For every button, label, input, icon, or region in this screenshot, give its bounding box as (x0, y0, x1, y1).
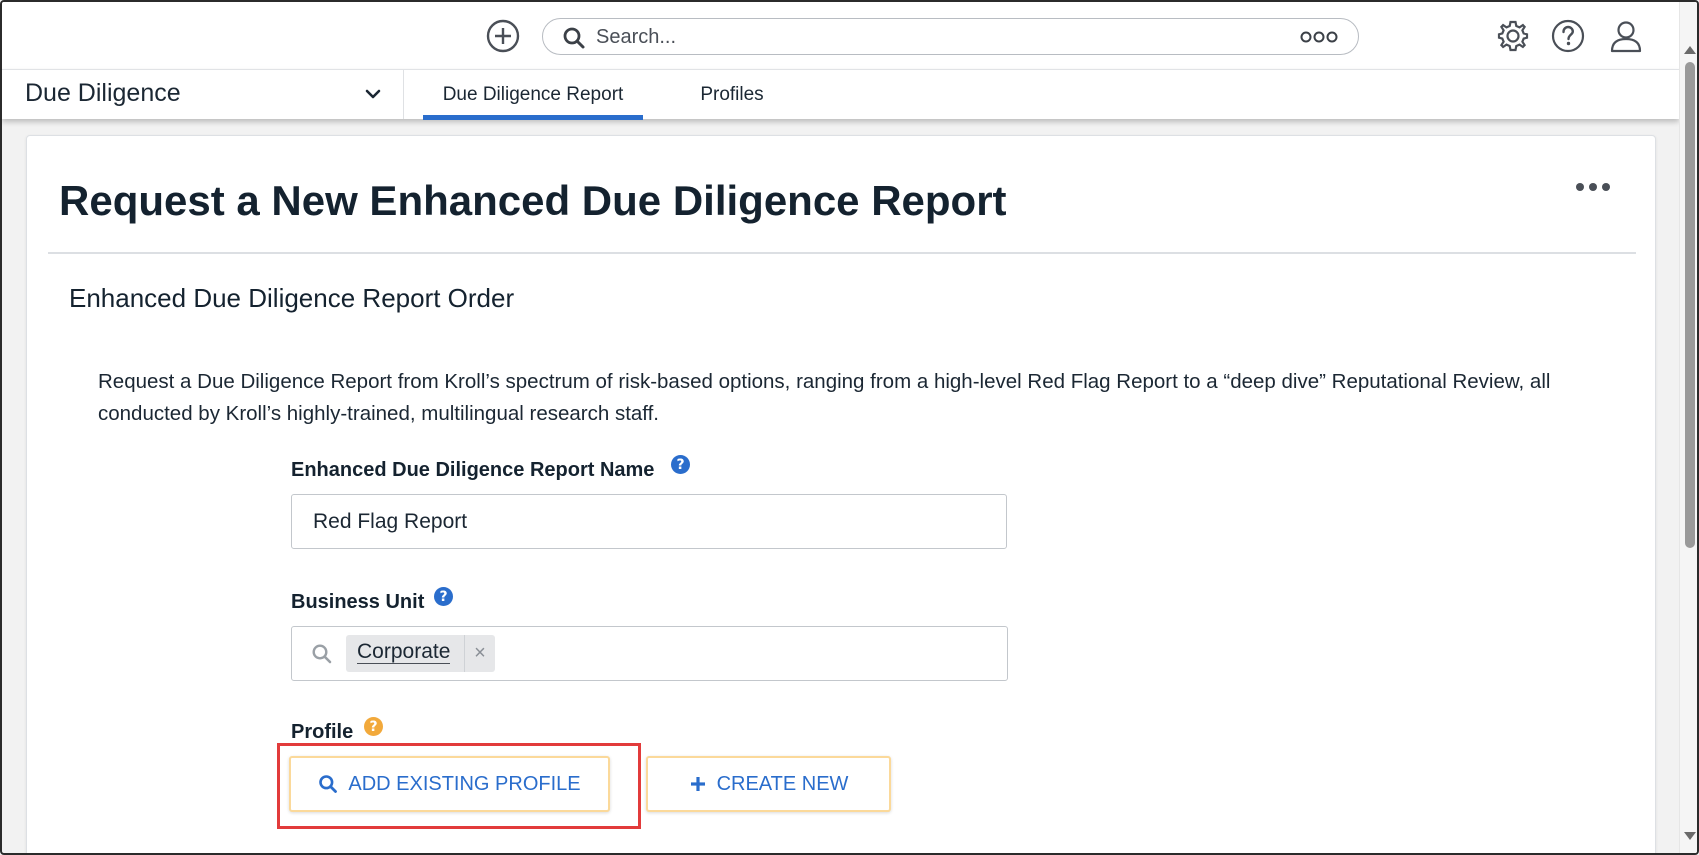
business-unit-chip: Corporate × (346, 635, 495, 672)
business-unit-select[interactable]: Corporate × (291, 626, 1008, 681)
tab-label: Profiles (700, 83, 764, 105)
add-existing-profile-label: ADD EXISTING PROFILE (348, 772, 581, 795)
browser-frame: Due Diligence Due Diligence Report Profi… (0, 0, 1699, 855)
business-unit-label: Business Unit (291, 591, 425, 613)
profile-label: Profile (291, 721, 354, 743)
divider (48, 252, 1636, 254)
search-icon (318, 774, 338, 794)
global-search[interactable] (542, 18, 1359, 55)
report-name-label: Enhanced Due Diligence Report Name (291, 459, 655, 481)
business-unit-help-icon[interactable]: ? (434, 587, 453, 606)
search-input[interactable] (596, 25, 1276, 49)
app-selector[interactable]: Due Diligence (2, 70, 404, 119)
search-icon (562, 26, 586, 55)
plus-circle-icon[interactable] (486, 19, 520, 53)
chip-remove-icon[interactable]: × (464, 635, 495, 672)
plus-icon (689, 775, 707, 793)
tab-profiles[interactable]: Profiles (682, 70, 782, 119)
scroll-up-arrow-icon[interactable] (1684, 46, 1696, 54)
app-name: Due Diligence (25, 79, 181, 107)
scroll-down-arrow-icon[interactable] (1684, 832, 1696, 840)
report-request-card: Request a New Enhanced Due Diligence Rep… (26, 135, 1656, 853)
vertical-scrollbar[interactable] (1679, 2, 1697, 853)
add-existing-profile-button[interactable]: ADD EXISTING PROFILE (289, 756, 610, 812)
app-nav-bar: Due Diligence Due Diligence Report Profi… (2, 69, 1679, 120)
profile-help-icon[interactable]: ? (364, 717, 383, 736)
tab-due-diligence-report[interactable]: Due Diligence Report (423, 70, 643, 120)
tab-label: Due Diligence Report (442, 83, 624, 105)
section-description: Request a Due Diligence Report from Krol… (98, 370, 1551, 425)
chevron-down-icon (364, 85, 382, 108)
create-new-label: CREATE NEW (716, 772, 849, 795)
help-circle-icon[interactable] (1551, 19, 1585, 53)
section-title: Enhanced Due Diligence Report Order (69, 283, 515, 313)
create-new-profile-button[interactable]: CREATE NEW (646, 756, 891, 812)
user-icon[interactable] (1608, 18, 1644, 54)
gear-icon[interactable] (1496, 19, 1530, 53)
page-title: Request a New Enhanced Due Diligence Rep… (59, 177, 1007, 224)
report-name-input[interactable] (291, 494, 1007, 549)
chip-label[interactable]: Corporate (357, 641, 451, 664)
search-icon (311, 643, 333, 670)
scrollbar-thumb[interactable] (1685, 62, 1695, 548)
top-bar (2, 2, 1679, 69)
more-horizontal-icon[interactable] (1575, 180, 1611, 198)
more-options-icon[interactable] (1300, 30, 1338, 49)
report-name-help-icon[interactable]: ? (671, 455, 690, 474)
